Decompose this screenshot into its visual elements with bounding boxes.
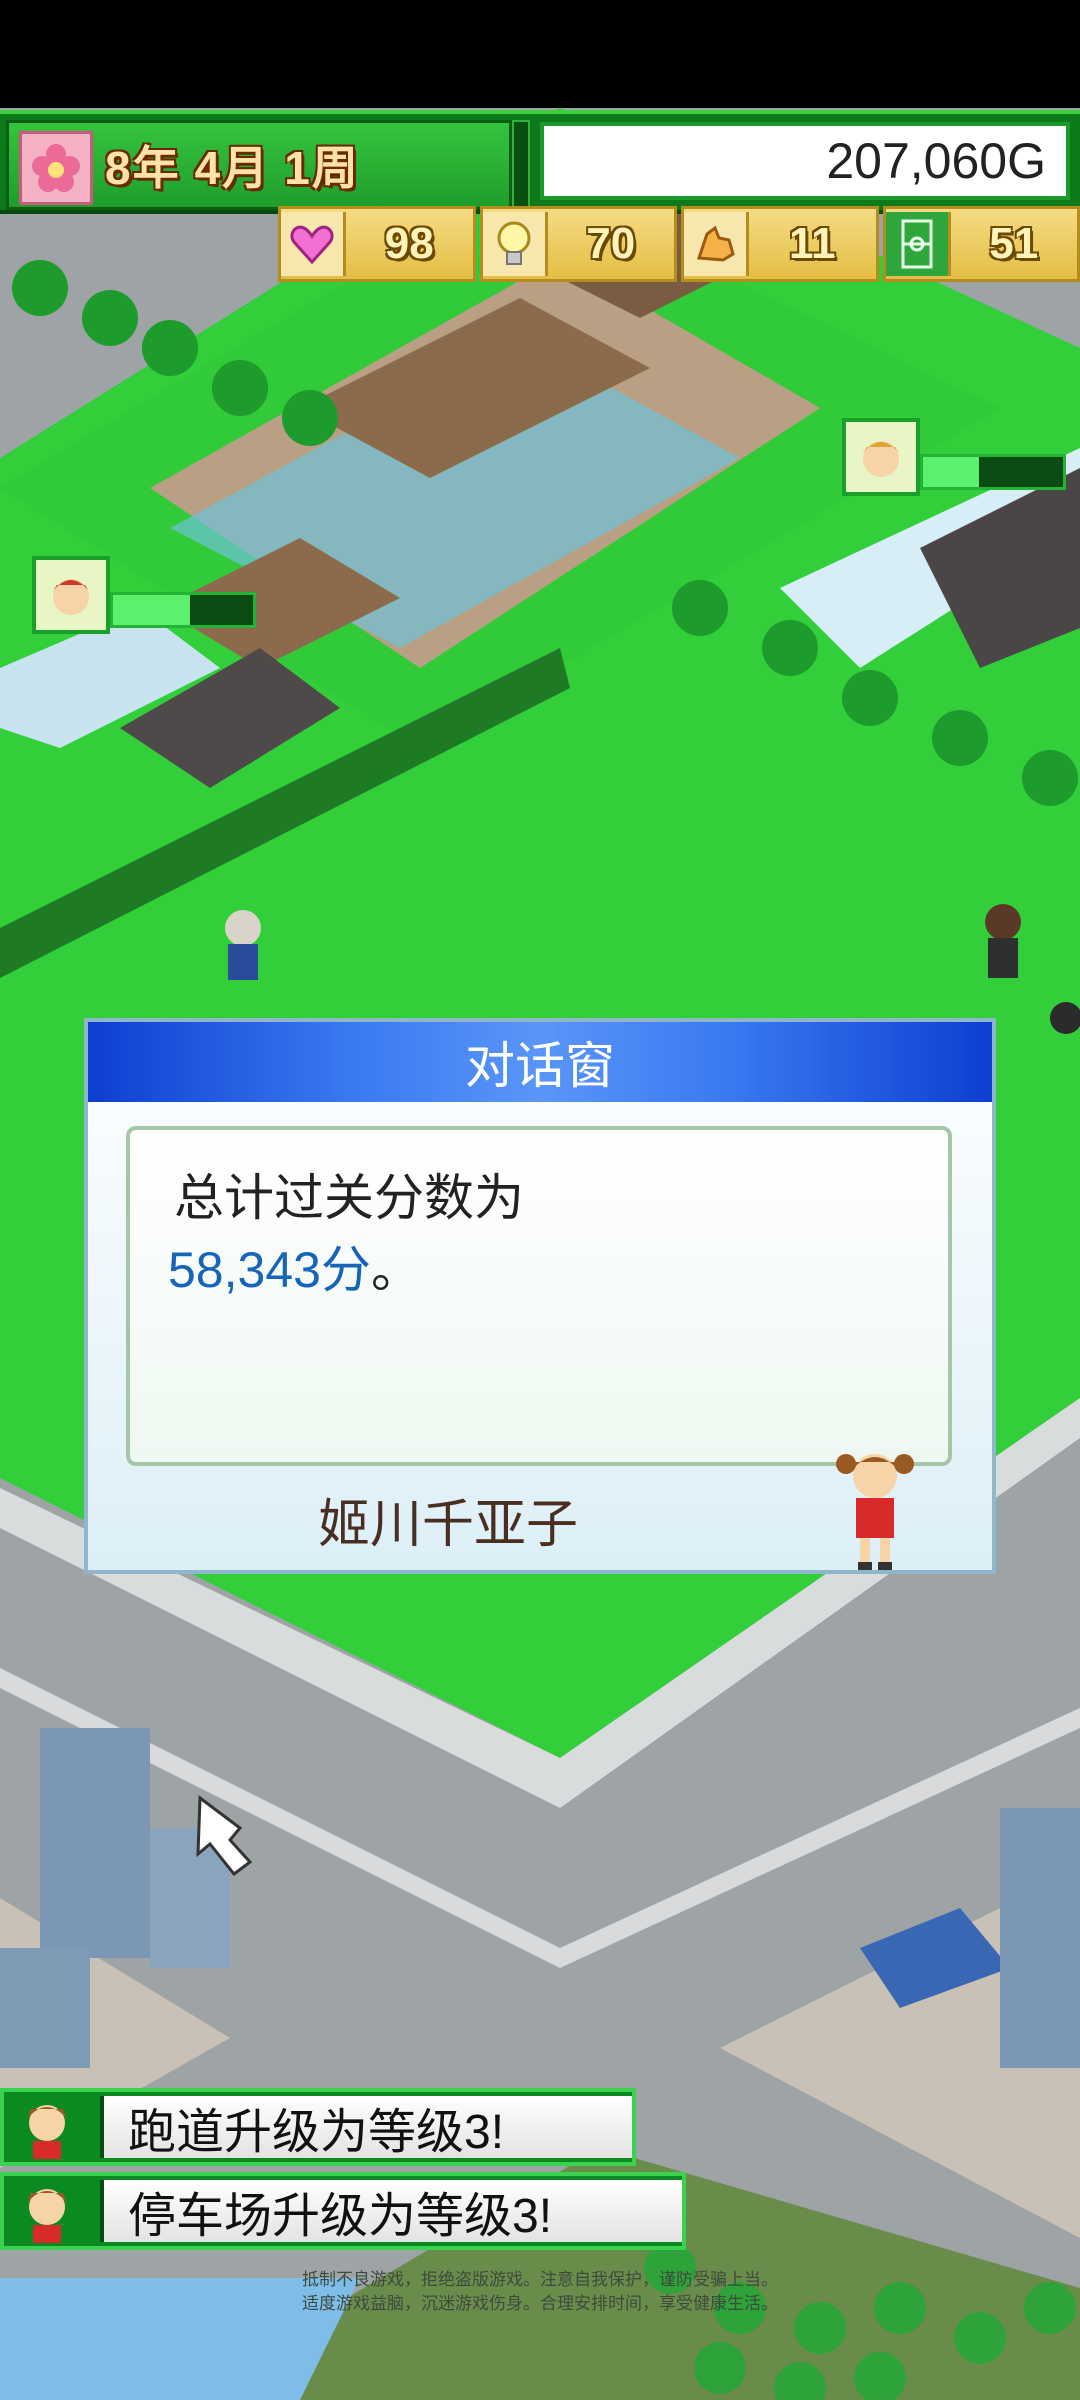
stat-strength[interactable]: 11 xyxy=(681,206,879,282)
stat-idea-value: 70 xyxy=(586,219,636,268)
notification-2[interactable]: 停车场升级为等级3! xyxy=(0,2172,686,2250)
stat-heart-value: 98 xyxy=(384,219,434,268)
character-1-gauge xyxy=(920,454,1066,490)
disclaimer-line1: 抵制不良游戏，拒绝盗版游戏。注意自我保护，谨防受骗上当。 xyxy=(302,2270,778,2289)
notification-1[interactable]: 跑道升级为等级3! xyxy=(0,2088,636,2166)
month-label: 4月 xyxy=(194,142,271,194)
stat-heart[interactable]: 98 xyxy=(278,206,476,282)
heart-icon xyxy=(281,212,346,276)
character-status-1[interactable] xyxy=(842,418,1072,498)
hud-divider xyxy=(512,120,530,208)
disclaimer-line2: 适度游戏益脑，沉迷游戏伤身。合理安排时间，享受健康生活。 xyxy=(302,2294,778,2313)
notification-1-text: 跑道升级为等级3! xyxy=(100,2096,632,2159)
dialog-score: 58,343分 xyxy=(168,1242,371,1298)
blond-boy-avatar xyxy=(842,418,920,496)
girl-avatar-icon xyxy=(4,2092,90,2162)
year-label: 8年 xyxy=(105,142,181,194)
speaker-name: 姬川千亚子 xyxy=(317,1496,578,1554)
lightbulb-icon xyxy=(482,212,548,276)
dialog-text-line1: 总计过关分数为 xyxy=(174,1170,524,1226)
status-bar xyxy=(0,0,1080,108)
date-display: 8年 4月 1周 xyxy=(105,137,505,194)
week-label: 1周 xyxy=(284,142,360,194)
dialog-body: 总计过关分数为 58,343分。 xyxy=(126,1126,952,1466)
top-hud: 8年 4月 1周 207,060G xyxy=(0,110,1080,214)
red-hair-boy-avatar xyxy=(32,556,110,634)
notification-2-text: 停车场升级为等级3! xyxy=(100,2180,682,2243)
dialog-text-line2: 58,343分。 xyxy=(168,1230,421,1302)
flower-icon[interactable] xyxy=(19,131,93,205)
dialog-window[interactable]: 对话窗 总计过关分数为 58,343分。 姬川千亚子 xyxy=(84,1018,996,1574)
stat-field[interactable]: 51 xyxy=(882,206,1080,282)
date-panel: 8年 4月 1周 xyxy=(6,120,512,210)
stat-field-value: 51 xyxy=(989,219,1039,268)
stats-row: 98 70 11 51 xyxy=(278,206,1080,282)
character-1-gauge-fill xyxy=(923,457,979,487)
dialog-score-suffix: 。 xyxy=(370,1242,421,1298)
speaker-avatar xyxy=(830,1442,920,1572)
girl-avatar-icon xyxy=(4,2176,90,2246)
character-status-2[interactable] xyxy=(32,556,262,636)
muscle-icon xyxy=(684,212,749,276)
character-2-gauge xyxy=(110,592,256,628)
field-icon xyxy=(885,212,951,276)
money-display: 207,060G xyxy=(540,122,1070,200)
stat-strength-value: 11 xyxy=(788,219,836,268)
health-disclaimer: 抵制不良游戏，拒绝盗版游戏。注意自我保护，谨防受骗上当。 适度游戏益脑，沉迷游戏… xyxy=(240,2268,840,2316)
dialog-title: 对话窗 xyxy=(88,1022,992,1102)
character-2-gauge-fill xyxy=(113,595,190,625)
stat-idea[interactable]: 70 xyxy=(479,206,677,282)
